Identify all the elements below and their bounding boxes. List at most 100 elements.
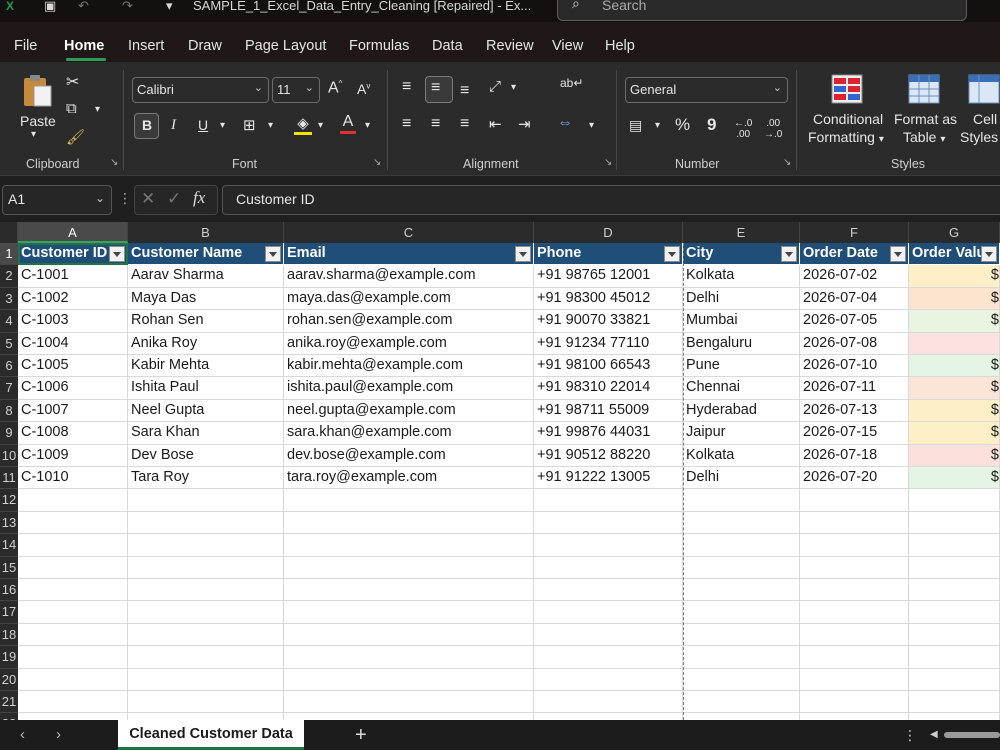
table-cell[interactable]: Kolkata	[683, 444, 800, 467]
table-cell[interactable]: C-1007	[18, 399, 128, 423]
table-cell[interactable]: 2026-07-08	[800, 332, 909, 355]
table-cell[interactable]: kabir.mehta@example.com	[284, 355, 534, 378]
increase-indent-icon[interactable]: ⇥	[518, 115, 531, 133]
empty-cell[interactable]	[284, 601, 534, 624]
filter-dropdown-icon[interactable]	[781, 246, 797, 262]
sheet-tab-cleaned-customer-data[interactable]: Cleaned Customer Data	[118, 720, 304, 750]
empty-cell[interactable]	[909, 646, 1000, 669]
comma-style-button[interactable]: 9	[707, 115, 716, 135]
empty-cell[interactable]	[284, 489, 534, 512]
table-cell[interactable]: +91 91222 13005	[534, 467, 683, 490]
empty-cell[interactable]	[284, 579, 534, 602]
filter-dropdown-icon[interactable]	[664, 246, 680, 262]
empty-cell[interactable]	[18, 534, 128, 557]
fill-color-icon[interactable]: ◈	[294, 114, 312, 135]
grow-font-icon[interactable]: A^	[328, 79, 342, 97]
empty-cell[interactable]	[909, 668, 1000, 691]
row-header-22[interactable]: 22	[0, 713, 18, 720]
table-cell[interactable]: $	[909, 265, 1000, 288]
new-sheet-button[interactable]: +	[355, 724, 367, 747]
empty-cell[interactable]	[909, 579, 1000, 602]
paste-dropdown-icon[interactable]: ▾	[31, 129, 36, 140]
table-cell[interactable]: Chennai	[683, 377, 800, 400]
format-painter-icon[interactable]: 🖌	[66, 128, 85, 146]
table-cell[interactable]: Dev Bose	[128, 444, 284, 467]
table-cell[interactable]: Aarav Sharma	[128, 265, 284, 288]
table-cell[interactable]: C-1008	[18, 422, 128, 445]
horizontal-scrollbar[interactable]	[944, 732, 1000, 738]
table-cell[interactable]: $	[909, 399, 1000, 423]
redo-icon[interactable]: ↷	[122, 0, 133, 12]
decrease-indent-icon[interactable]: ⇤	[489, 115, 502, 133]
empty-cell[interactable]	[683, 556, 800, 579]
menu-view[interactable]: View	[552, 38, 583, 54]
table-header-cell[interactable]: Email	[284, 243, 534, 266]
table-cell[interactable]: C-1002	[18, 287, 128, 311]
formula-input[interactable]: Customer ID	[222, 185, 1000, 215]
row-header-16[interactable]: 16	[0, 579, 18, 602]
borders-dropdown-icon[interactable]: ▾	[268, 120, 273, 131]
empty-cell[interactable]	[534, 646, 683, 669]
row-header-10[interactable]: 10	[0, 444, 18, 467]
empty-cell[interactable]	[800, 534, 909, 557]
empty-cell[interactable]	[909, 713, 1000, 720]
align-top-icon[interactable]: ≡	[402, 78, 411, 96]
empty-cell[interactable]	[128, 713, 284, 720]
empty-cell[interactable]	[284, 534, 534, 557]
table-cell[interactable]: 2026-07-04	[800, 287, 909, 311]
font-name-combo[interactable]: Calibri ⌄	[132, 77, 269, 103]
decrease-decimal-icon[interactable]: .00 →.0	[764, 118, 782, 140]
empty-cell[interactable]	[683, 534, 800, 557]
empty-cell[interactable]	[683, 579, 800, 602]
table-cell[interactable]: 2026-07-18	[800, 444, 909, 467]
search-box[interactable]: ⌕ Search	[557, 0, 967, 21]
filter-dropdown-icon[interactable]	[515, 246, 531, 262]
row-header-6[interactable]: 6	[0, 355, 18, 378]
empty-cell[interactable]	[800, 511, 909, 535]
table-cell[interactable]: +91 99876 44031	[534, 422, 683, 445]
cell-styles-label1[interactable]: Cell	[973, 111, 997, 127]
table-header-cell[interactable]: Phone	[534, 243, 683, 266]
name-box[interactable]: A1 ⌄	[2, 185, 112, 215]
percent-style-button[interactable]: %	[675, 115, 690, 135]
menu-home[interactable]: Home	[64, 38, 104, 54]
table-cell[interactable]: C-1005	[18, 355, 128, 378]
empty-cell[interactable]	[534, 534, 683, 557]
select-all-corner[interactable]	[0, 222, 18, 243]
scroll-tabs-right-icon[interactable]: ›	[56, 726, 61, 743]
table-cell[interactable]: Mumbai	[683, 310, 800, 333]
table-cell[interactable]: $	[909, 355, 1000, 378]
row-header-4[interactable]: 4	[0, 310, 18, 333]
empty-cell[interactable]	[800, 713, 909, 720]
row-header-3[interactable]: 3	[0, 287, 18, 311]
empty-cell[interactable]	[534, 691, 683, 714]
empty-cell[interactable]	[683, 489, 800, 512]
column-header-c[interactable]: C	[284, 222, 534, 243]
empty-cell[interactable]	[284, 646, 534, 669]
empty-cell[interactable]	[18, 556, 128, 579]
table-cell[interactable]: neel.gupta@example.com	[284, 399, 534, 423]
format-as-table-icon[interactable]	[908, 74, 940, 104]
empty-cell[interactable]	[909, 601, 1000, 624]
empty-cell[interactable]	[909, 623, 1000, 647]
empty-cell[interactable]	[800, 489, 909, 512]
empty-cell[interactable]	[284, 691, 534, 714]
column-header-a[interactable]: A	[18, 222, 128, 243]
row-header-8[interactable]: 8	[0, 399, 18, 423]
empty-cell[interactable]	[128, 668, 284, 691]
table-cell[interactable]: C-1009	[18, 444, 128, 467]
table-header-cell[interactable]: Order Date	[800, 243, 909, 266]
empty-cell[interactable]	[128, 511, 284, 535]
align-left-icon[interactable]: ≡	[402, 115, 411, 133]
table-cell[interactable]: C-1010	[18, 467, 128, 490]
empty-cell[interactable]	[534, 601, 683, 624]
copy-icon[interactable]: ⧉	[66, 100, 77, 117]
empty-cell[interactable]	[683, 623, 800, 647]
table-cell[interactable]: +91 90070 33821	[534, 310, 683, 333]
table-header-cell[interactable]: Customer Name	[128, 243, 284, 266]
column-header-b[interactable]: B	[128, 222, 284, 243]
empty-cell[interactable]	[683, 713, 800, 720]
format-as-table-label1[interactable]: Format as	[894, 111, 957, 127]
empty-cell[interactable]	[909, 556, 1000, 579]
column-header-f[interactable]: F	[800, 222, 909, 243]
